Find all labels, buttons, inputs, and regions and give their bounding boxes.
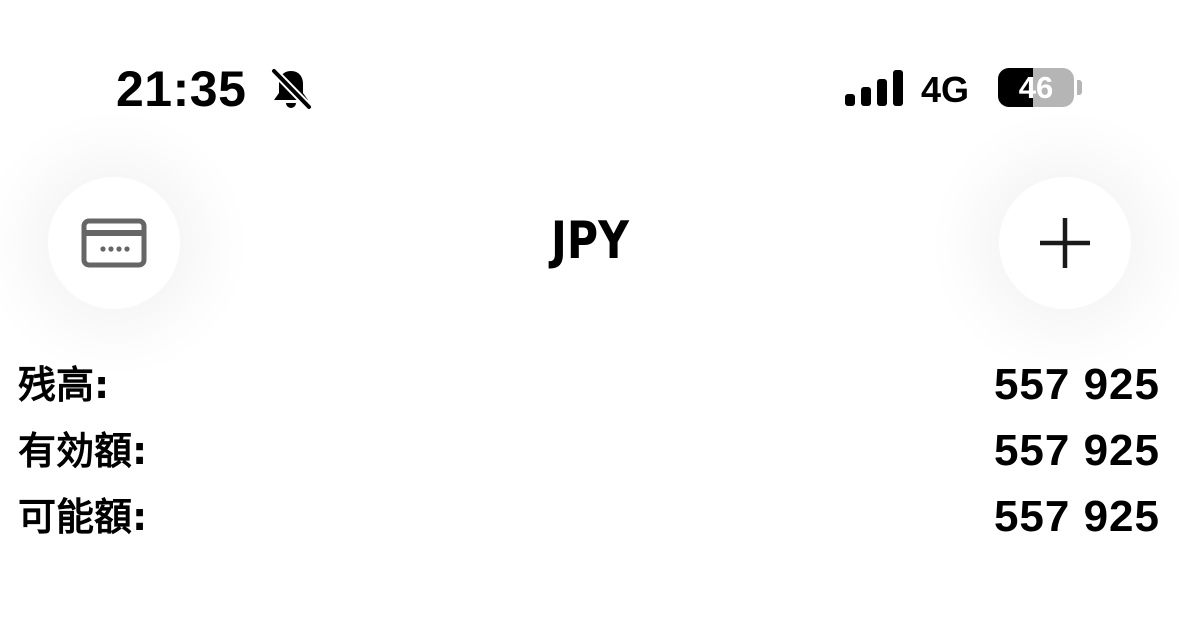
battery-icon: 46 <box>998 68 1074 107</box>
add-button[interactable] <box>999 177 1131 309</box>
balance-label: 残高: <box>18 363 110 407</box>
currency-title: JPY <box>550 211 630 271</box>
cellular-signal-icon <box>845 70 903 106</box>
effective-amount-value: 557 925 <box>993 426 1160 475</box>
balance-value: 557 925 <box>993 360 1160 409</box>
status-bar: 21:35 4G 46 <box>0 0 1179 140</box>
plus-icon <box>1040 218 1090 268</box>
card-button[interactable] <box>48 177 180 309</box>
status-time: 21:35 <box>116 61 247 117</box>
effective-amount-row: 有効額: 557 925 <box>18 424 1160 490</box>
card-icon <box>81 218 147 268</box>
available-amount-row: 可能額: 557 925 <box>18 490 1160 556</box>
available-amount-label: 可能額: <box>18 495 148 539</box>
battery-cap <box>1077 80 1082 95</box>
bell-slash-icon <box>270 67 313 111</box>
balance-list: 残高: 557 925 有効額: 557 925 可能額: 557 925 <box>18 358 1160 556</box>
available-amount-value: 557 925 <box>993 492 1160 541</box>
balance-row: 残高: 557 925 <box>18 358 1160 424</box>
network-type: 4G <box>921 69 970 110</box>
battery-level: 46 <box>1018 70 1054 105</box>
effective-amount-label: 有効額: <box>18 429 148 473</box>
